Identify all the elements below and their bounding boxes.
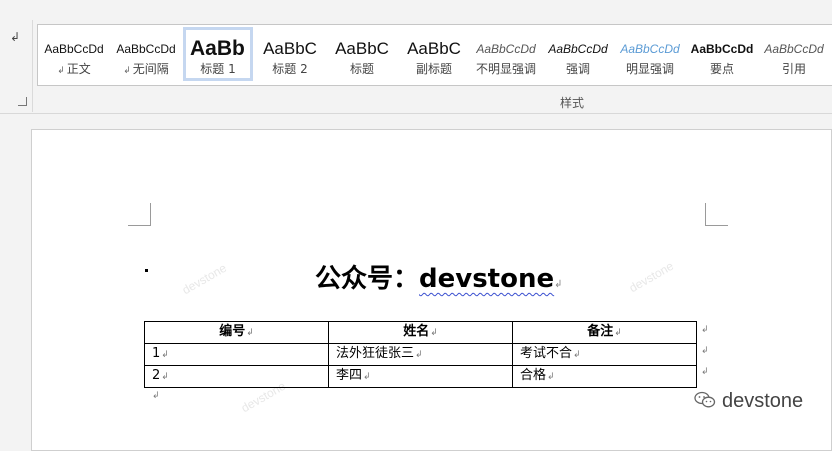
paragraph-mark-icon: ↲: [554, 279, 563, 290]
style-intense-emphasis[interactable]: AaBbCcDd 明显强调: [615, 27, 685, 81]
row-end-mark-icon: ↲: [701, 325, 709, 335]
table-cell[interactable]: 1↲: [144, 343, 329, 366]
table-cell[interactable]: 考试不合↲: [512, 343, 697, 366]
table-header-cell[interactable]: 姓名↲: [328, 321, 513, 344]
table-cell[interactable]: 合格↲: [512, 365, 697, 388]
style-preview: AaBbCcDd: [476, 42, 536, 56]
data-table[interactable]: 编号↲ 姓名↲ 备注↲ 1↲ 法外狂徒张三↲ 考试不合↲ 2↲ 李四↲ 合格↲: [144, 321, 697, 388]
brand-watermark-text: devstone: [722, 390, 804, 412]
paragraph-mark-icon: ↲: [57, 66, 65, 76]
style-preview: AaBbC: [407, 39, 461, 58]
style-quote[interactable]: AaBbCcDd 引用: [759, 27, 829, 81]
paragraph-mark-icon: ↲: [123, 66, 131, 76]
style-subtle-emphasis[interactable]: AaBbCcDd 不明显强调: [471, 27, 541, 81]
table-header-row: 编号↲ 姓名↲ 备注↲: [144, 321, 697, 344]
style-normal[interactable]: AaBbCcDd ↲ 正文: [39, 27, 109, 81]
style-preview: AaBbCcDd: [44, 42, 104, 56]
style-no-spacing[interactable]: AaBbCcDd ↲ 无间隔: [111, 27, 181, 81]
style-label: 无间隔: [132, 62, 169, 76]
paragraph-mark-icon: ↲: [161, 372, 169, 382]
paragraph-mark-icon: ↲: [573, 350, 581, 360]
style-label: 明显强调: [625, 62, 674, 76]
style-preview: AaBb: [190, 37, 245, 60]
style-preview: AaBbC: [335, 39, 389, 58]
watermark-text: devstone: [626, 258, 676, 296]
table-cell[interactable]: 法外狂徒张三↲: [328, 343, 513, 366]
style-label: 引用: [781, 62, 806, 76]
paragraph-mark-icon: ↲: [614, 328, 622, 338]
group-separator: [32, 20, 33, 112]
row-end-mark-icon: ↲: [701, 346, 709, 356]
brand-watermark: devstone: [694, 390, 803, 415]
style-preview: AaBbC: [263, 39, 317, 58]
anchor-dot: [145, 269, 148, 272]
wechat-icon: [694, 391, 716, 415]
margin-crop-mark-right: [705, 203, 728, 226]
style-preview: AaBbCcDd: [764, 42, 824, 56]
style-label: 要点: [709, 62, 734, 76]
paragraph-mark-icon: ↲: [415, 350, 423, 360]
style-heading-1[interactable]: AaBb 标题 1: [183, 27, 253, 81]
style-title[interactable]: AaBbC 标题: [327, 27, 397, 81]
style-heading-2[interactable]: AaBbC 标题 2: [255, 27, 325, 81]
watermark-text: devstone: [179, 260, 229, 298]
title-prefix: 公众号：: [315, 264, 420, 294]
paragraph-mark-icon: ↲: [430, 328, 438, 338]
style-subtitle[interactable]: AaBbC 副标题: [399, 27, 469, 81]
style-label: 正文: [66, 62, 91, 76]
paragraph-mark-icon: ↲: [363, 372, 371, 382]
title-brand: devstone: [419, 264, 555, 294]
paragraph-mark-icon: ↲: [152, 391, 160, 401]
document-title[interactable]: 公众号：devstone↲: [315, 258, 563, 295]
style-strong[interactable]: AaBbCcDd 要点: [687, 27, 757, 81]
style-label: 副标题: [415, 62, 452, 76]
table-row: 1↲ 法外狂徒张三↲ 考试不合↲: [144, 343, 697, 366]
row-end-mark-icon: ↲: [701, 367, 709, 377]
table-header-cell[interactable]: 编号↲: [144, 321, 329, 344]
style-label: 标题 1: [200, 62, 236, 76]
paragraph-group-edge: ↲: [0, 0, 32, 113]
style-label: 标题 2: [272, 62, 308, 76]
style-label: 强调: [565, 62, 590, 76]
style-label: 标题: [349, 62, 374, 76]
paragraph-mark-icon: ↲: [246, 328, 254, 338]
paragraph-mark-icon: ↲: [161, 350, 169, 360]
table-row: 2↲ 李四↲ 合格↲: [144, 365, 697, 388]
style-preview: AaBbCcDd: [116, 42, 176, 56]
paragraph-mark-icon: ↲: [547, 372, 555, 382]
style-preview: AaBbCcDd: [620, 42, 680, 56]
table-cell[interactable]: 2↲: [144, 365, 329, 388]
style-emphasis[interactable]: AaBbCcDd 强调: [543, 27, 613, 81]
table-cell[interactable]: 李四↲: [328, 365, 513, 388]
style-preview: AaBbCcDd: [690, 42, 754, 56]
styles-group-label: 样式: [560, 96, 585, 110]
paragraph-dialog-launcher-icon[interactable]: [18, 97, 27, 106]
style-label: 不明显强调: [475, 62, 536, 76]
ribbon-styles-group: ↲ AaBbCcDd ↲ 正文 AaBbCcDd ↲ 无间隔 AaBb 标题 1 A…: [0, 0, 832, 114]
show-formatting-marks-icon[interactable]: ↲: [10, 30, 20, 44]
margin-crop-mark-left: [128, 203, 151, 226]
styles-gallery: AaBbCcDd ↲ 正文 AaBbCcDd ↲ 无间隔 AaBb 标题 1 AaB…: [37, 24, 832, 86]
table-header-cell[interactable]: 备注↲: [512, 321, 697, 344]
style-preview: AaBbCcDd: [548, 42, 608, 56]
